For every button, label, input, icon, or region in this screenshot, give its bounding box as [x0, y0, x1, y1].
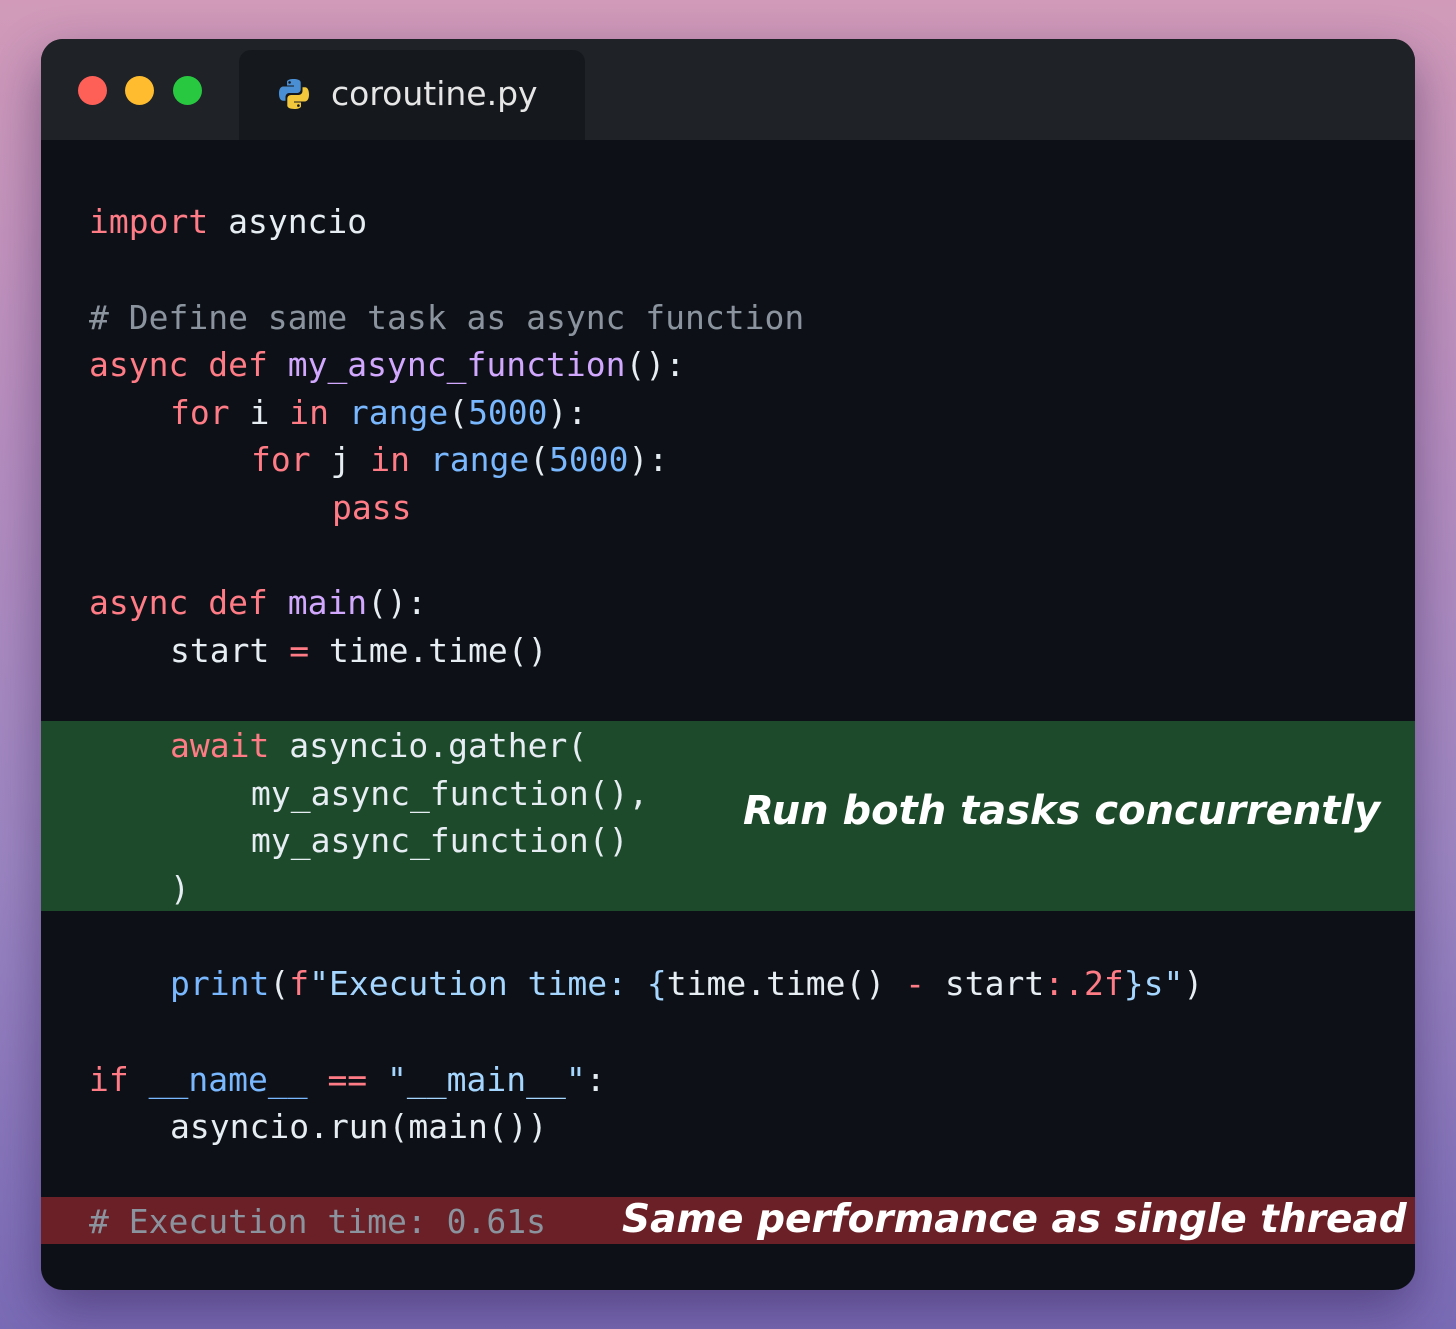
code-line-1: import asyncio — [89, 200, 367, 244]
code-line-11: my_async_function() — [251, 819, 629, 863]
code-line-14: if __name__ == "__main__": — [89, 1058, 606, 1102]
string: "__main__" — [367, 1060, 586, 1099]
format-spec: :.2f — [1044, 964, 1124, 1003]
function-name: my_async_function — [287, 345, 626, 384]
code-text: ): — [547, 393, 588, 432]
code-text: : — [585, 1060, 606, 1099]
code-text: ): — [628, 440, 669, 479]
code-text: ( — [529, 440, 550, 479]
string: s" — [1143, 964, 1184, 1003]
code-text: ( — [448, 393, 469, 432]
keyword: def — [208, 345, 268, 384]
annotation-performance: Same performance as single thread — [622, 1197, 1407, 1242]
code-text: time.time() — [666, 964, 906, 1003]
code-line-7: async def main(): — [89, 581, 427, 625]
dunder-name: __name__ — [128, 1060, 328, 1099]
function-name: main — [287, 583, 368, 622]
keyword: if — [89, 1060, 129, 1099]
code-line-6: pass — [332, 486, 411, 530]
builtin: print — [170, 964, 270, 1003]
code-line-15: asyncio.run(main()) — [170, 1105, 548, 1149]
operator: == — [327, 1060, 368, 1099]
code-line-3: async def my_async_function(): — [89, 343, 685, 387]
code-text: ) — [170, 869, 190, 908]
code-line-5: for j in range(5000): — [251, 438, 668, 482]
code-text: (): — [367, 583, 427, 622]
keyword: in — [370, 440, 410, 479]
keyword: import — [89, 202, 209, 241]
code-editor[interactable]: import asyncio # Define same task as asy… — [41, 39, 1415, 1290]
keyword: for — [251, 440, 311, 479]
operator: - — [905, 964, 926, 1003]
builtin: range — [348, 393, 449, 432]
string-prefix: f — [289, 964, 310, 1003]
code-text: time.time() — [309, 631, 548, 670]
code-line-8: start = time.time() — [170, 629, 548, 673]
builtin: range — [429, 440, 530, 479]
code-text: start — [925, 964, 1045, 1003]
string: "Execution time: — [309, 964, 647, 1003]
comment: # Define same task as async function — [89, 298, 805, 337]
keyword: in — [289, 393, 329, 432]
operator: = — [289, 631, 310, 670]
brace: { — [646, 964, 667, 1003]
keyword: def — [208, 583, 268, 622]
code-text: ) — [1183, 964, 1204, 1003]
code-text: asyncio.run(main()) — [170, 1107, 548, 1146]
keyword: await — [170, 726, 270, 765]
code-text: j — [310, 440, 371, 479]
code-line-10: my_async_function(), — [251, 772, 648, 816]
code-line-12: ) — [170, 867, 190, 911]
code-text: my_async_function() — [251, 821, 629, 860]
keyword: pass — [332, 488, 412, 527]
code-text: asyncio — [208, 202, 368, 241]
annotation-concurrent: Run both tasks concurrently — [743, 788, 1381, 834]
code-line-16: # Execution time: 0.61s — [89, 1200, 546, 1244]
code-line-2: # Define same task as async function — [89, 296, 804, 340]
keyword: async — [89, 583, 189, 622]
code-text: i — [229, 393, 290, 432]
code-text: start — [170, 631, 290, 670]
code-line-4: for i in range(5000): — [170, 391, 587, 435]
code-text: (): — [625, 345, 686, 384]
brace: } — [1123, 964, 1144, 1003]
code-text: my_async_function(), — [251, 774, 649, 813]
code-text: ( — [269, 964, 290, 1003]
code-text: asyncio.gather( — [269, 726, 588, 765]
number: 5000 — [468, 393, 548, 432]
number: 5000 — [549, 440, 629, 479]
keyword: async — [89, 345, 189, 384]
code-line-9: await asyncio.gather( — [170, 724, 587, 768]
code-window: coroutine.py import asyncio # Define sam… — [41, 39, 1415, 1290]
code-line-13: print(f"Execution time: {time.time() - s… — [170, 962, 1203, 1006]
comment: # Execution time: 0.61s — [89, 1202, 546, 1241]
keyword: for — [170, 393, 230, 432]
